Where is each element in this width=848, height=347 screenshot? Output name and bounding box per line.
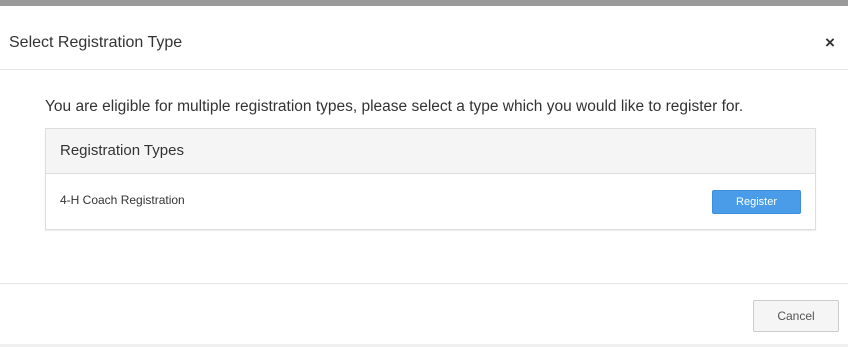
panel-heading: Registration Types [46,129,815,174]
register-button[interactable]: Register [712,190,801,214]
cancel-button[interactable]: Cancel [753,300,839,332]
modal-header: Select Registration Type × [0,6,848,70]
intro-text: You are eligible for multiple registrati… [45,98,744,115]
modal-title: Select Registration Type [9,34,183,51]
modal-footer: Cancel [0,283,848,347]
registration-type-label: 4-H Coach Registration [60,193,185,207]
list-item: 4-H Coach Registration Register [46,174,815,229]
close-icon[interactable]: × [823,34,837,52]
registration-types-panel: Registration Types 4-H Coach Registratio… [45,128,816,230]
modal-body: You are eligible for multiple registrati… [0,70,848,283]
registration-type-modal: Select Registration Type × You are eligi… [0,0,848,347]
